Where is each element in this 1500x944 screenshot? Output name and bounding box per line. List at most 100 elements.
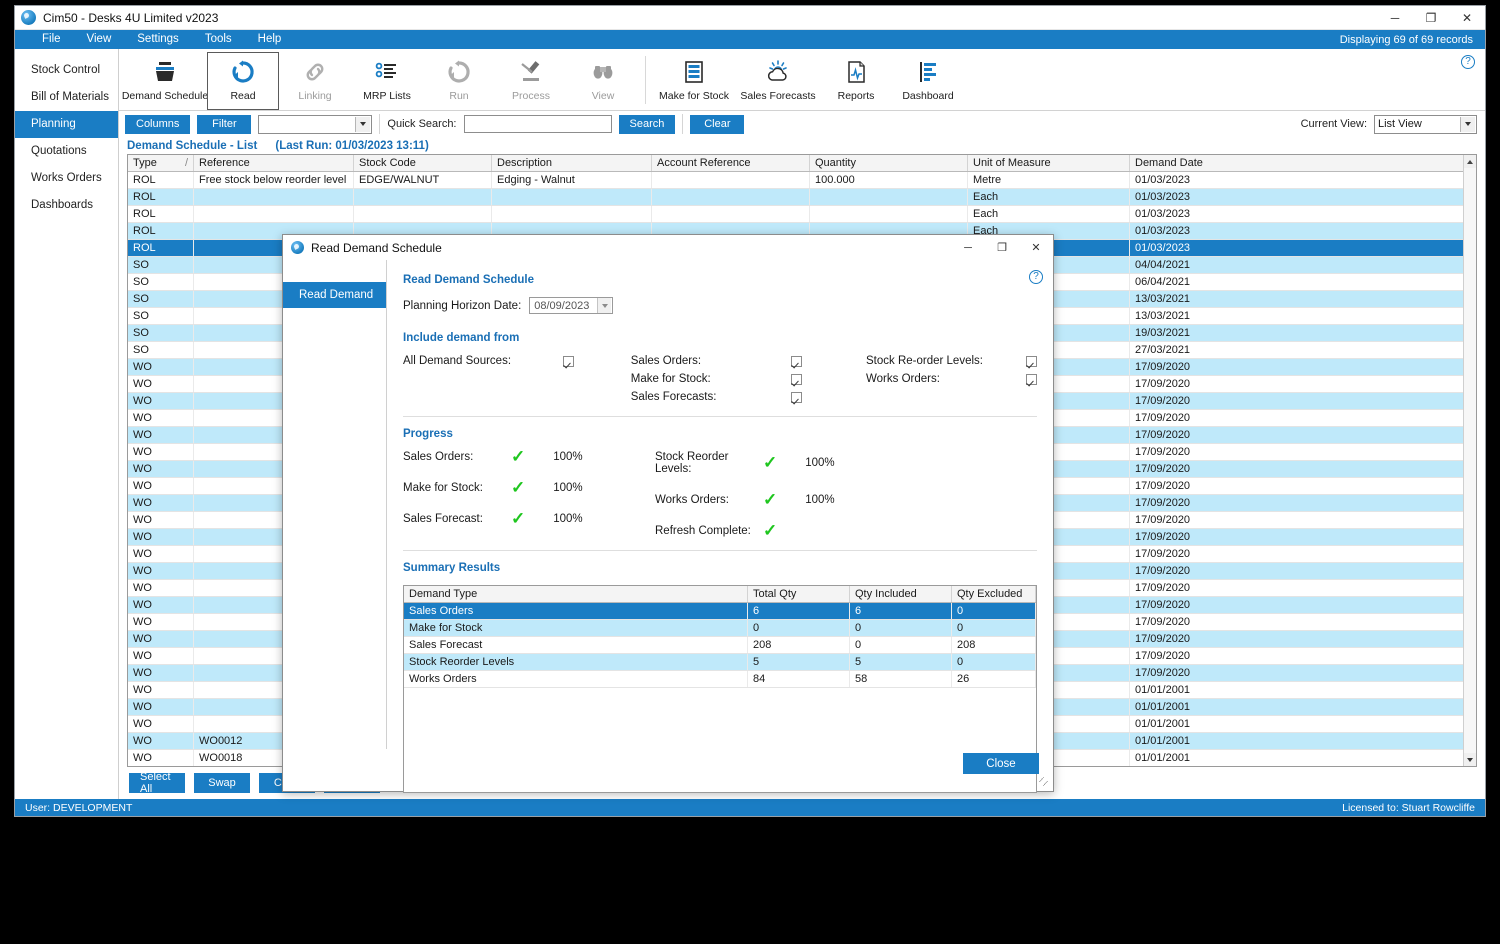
table-cell-date: 17/09/2020 [1130, 597, 1476, 613]
checkbox-checked-icon[interactable] [1026, 373, 1037, 385]
dialog-nav-item-read-demand[interactable]: Read Demand [283, 282, 386, 308]
checkbox-row[interactable]: Stock Re-order Levels: [866, 355, 1037, 367]
summary-cell-total: 0 [748, 620, 850, 636]
column-header-reference[interactable]: Reference [194, 155, 354, 171]
ribbon-run[interactable]: Run [423, 52, 495, 110]
progress-percent: 100% [805, 494, 835, 506]
table-cell-date: 17/09/2020 [1130, 427, 1476, 443]
current-view-group: Current View: List View [1301, 114, 1477, 134]
search-button[interactable]: Search [618, 114, 676, 134]
quick-search-input[interactable] [463, 115, 612, 133]
table-cell-type: WO [128, 750, 194, 766]
menu-item-help[interactable]: Help [245, 30, 295, 49]
table-cell-date: 17/09/2020 [1130, 478, 1476, 494]
table-cell-date: 17/09/2020 [1130, 410, 1476, 426]
chevron-down-icon[interactable] [597, 298, 612, 313]
dialog-maximize-icon[interactable]: ❐ [985, 235, 1019, 260]
dialog-minimize-icon[interactable]: ─ [951, 235, 985, 260]
ribbon-linking[interactable]: Linking [279, 52, 351, 110]
minimize-icon[interactable]: ─ [1377, 6, 1413, 29]
table-cell-date: 27/03/2021 [1130, 342, 1476, 358]
ribbon-view[interactable]: View [567, 52, 639, 110]
ribbon-sales-forecasts[interactable]: Sales Forecasts [736, 52, 820, 110]
sidebar-item-dashboards[interactable]: Dashboards [15, 192, 118, 219]
table-cell-type: WO [128, 733, 194, 749]
sidebar-item-stock-control[interactable]: Stock Control [15, 57, 118, 84]
quick-search-label: Quick Search: [387, 118, 457, 130]
table-row[interactable]: ROL Each 01/03/2023 [128, 206, 1476, 223]
clear-button[interactable]: Clear [690, 114, 745, 134]
sidebar-item-works-orders[interactable]: Works Orders [15, 165, 118, 192]
divider [403, 416, 1037, 417]
dialog-title-bar: Read Demand Schedule ─ ❐ ✕ [283, 235, 1053, 260]
filter-button[interactable]: Filter [197, 114, 252, 134]
column-header-unit-of-measure[interactable]: Unit of Measure [968, 155, 1130, 171]
ribbon-make-for-stock[interactable]: Make for Stock [652, 52, 736, 110]
column-header-quantity[interactable]: Quantity [810, 155, 968, 171]
filter-select[interactable] [258, 114, 373, 134]
progress-percent: 100% [805, 457, 835, 469]
scroll-track[interactable] [1464, 168, 1476, 753]
checkbox-checked-icon[interactable] [1026, 355, 1037, 367]
summary-row[interactable]: Sales Orders 6 6 0 [404, 603, 1036, 620]
table-cell-acct [652, 172, 810, 188]
menu-item-settings[interactable]: Settings [124, 30, 192, 49]
column-header-type[interactable]: Type / [128, 155, 194, 171]
column-header-demand-date[interactable]: Demand Date [1130, 155, 1476, 171]
column-header-description[interactable]: Description [492, 155, 652, 171]
menu-item-view[interactable]: View [74, 30, 125, 49]
checkbox-row[interactable]: Sales Orders: [631, 355, 866, 367]
column-header-account-reference[interactable]: Account Reference [652, 155, 810, 171]
checkbox-checked-icon[interactable] [790, 355, 802, 367]
table-row[interactable]: ROL Each 01/03/2023 [128, 189, 1476, 206]
sidebar-item-planning[interactable]: Planning [15, 111, 118, 138]
scroll-down-icon[interactable] [1464, 753, 1476, 766]
checkbox-checked-icon[interactable] [790, 373, 802, 385]
checkbox-checked-icon[interactable] [563, 355, 574, 367]
dialog-help-icon[interactable]: ? [1029, 270, 1043, 284]
current-view-select[interactable]: List View [1374, 114, 1477, 134]
dialog-window-controls: ─ ❐ ✕ [951, 235, 1053, 260]
table-cell-date: 17/09/2020 [1130, 444, 1476, 460]
summary-cell-total: 5 [748, 654, 850, 670]
column-header-stock-code[interactable]: Stock Code [354, 155, 492, 171]
dialog-close-button[interactable]: Close [963, 753, 1039, 774]
summary-row[interactable]: Works Orders 84 58 26 [404, 671, 1036, 688]
ribbon-demand-schedule[interactable]: Demand Schedule [122, 52, 208, 110]
summary-row[interactable]: Stock Reorder Levels 5 5 0 [404, 654, 1036, 671]
swap-button[interactable]: Swap [194, 773, 250, 793]
grid-vertical-scrollbar[interactable] [1463, 155, 1476, 766]
dialog-close-icon[interactable]: ✕ [1019, 235, 1053, 260]
checkbox-checked-icon[interactable] [790, 391, 802, 403]
dashboard-icon [915, 56, 941, 88]
columns-button[interactable]: Columns [125, 114, 191, 134]
menu-item-tools[interactable]: Tools [192, 30, 245, 49]
table-cell-stock [354, 206, 492, 222]
planning-horizon-date-input[interactable]: 08/09/2023 [529, 297, 614, 314]
ribbon-mrp-lists[interactable]: MRP Lists [351, 52, 423, 110]
summary-body[interactable]: Sales Orders 6 6 0 Make for Stock 0 0 0 Sales Fo… [404, 603, 1036, 688]
ribbon-process[interactable]: Process [495, 52, 567, 110]
sidebar-item-bill-of-materials[interactable]: Bill of Materials [15, 84, 118, 111]
ribbon-reports[interactable]: Reports [820, 52, 892, 110]
checkbox-row[interactable]: Sales Forecasts: [631, 391, 866, 403]
ribbon-read[interactable]: Read [207, 52, 279, 110]
summary-row[interactable]: Make for Stock 0 0 0 [404, 620, 1036, 637]
select-all-button[interactable]: Select All [129, 771, 185, 795]
sidebar-item-quotations[interactable]: Quotations [15, 138, 118, 165]
scroll-up-icon[interactable] [1464, 155, 1476, 168]
table-row[interactable]: ROL Free stock below reorder level EDGE/WA… [128, 172, 1476, 189]
table-cell-type: WO [128, 393, 194, 409]
ribbon-dashboard[interactable]: Dashboard [892, 52, 964, 110]
close-icon[interactable]: ✕ [1449, 6, 1485, 29]
help-icon[interactable]: ? [1461, 55, 1475, 69]
menu-item-file[interactable]: File [29, 30, 74, 49]
maximize-icon[interactable]: ❐ [1413, 6, 1449, 29]
table-cell-date: 13/03/2021 [1130, 291, 1476, 307]
summary-row[interactable]: Sales Forecast 208 0 208 [404, 637, 1036, 654]
checkbox-row[interactable]: All Demand Sources: [403, 355, 631, 367]
checkbox-row[interactable]: Works Orders: [866, 373, 1037, 385]
resize-grip[interactable] [1039, 777, 1051, 789]
checkbox-row[interactable]: Make for Stock: [631, 373, 866, 385]
checkbox-label: Sales Orders: [630, 355, 702, 367]
